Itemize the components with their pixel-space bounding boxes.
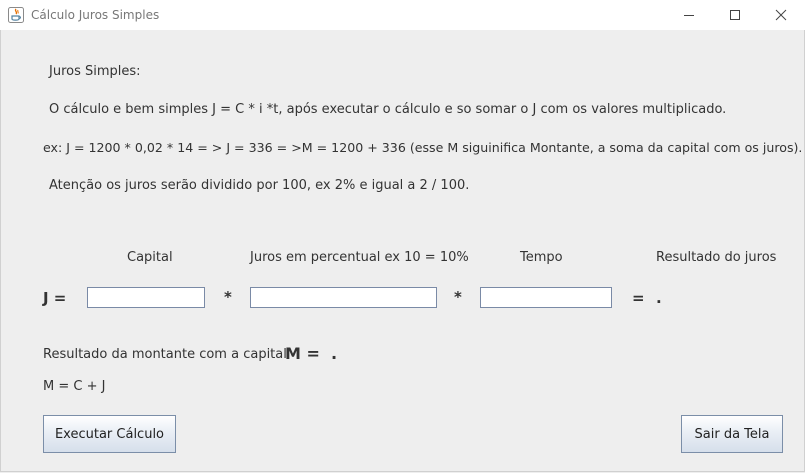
info-line-note: Atenção os juros serão dividido por 100,…	[49, 178, 470, 193]
juros-label: Juros em percentual ex 10 = 10%	[250, 250, 469, 265]
multiply-sign-2: *	[454, 288, 462, 306]
montante-label: Resultado da montante com a capital	[43, 347, 287, 362]
info-heading: Juros Simples:	[49, 64, 141, 79]
maximize-button[interactable]	[712, 0, 758, 30]
juros-input[interactable]	[250, 287, 437, 308]
sair-da-tela-button[interactable]: Sair da Tela	[681, 415, 783, 453]
maximize-icon	[730, 10, 740, 20]
window-title: Cálculo Juros Simples	[31, 8, 160, 22]
info-line-formula: O cálculo e bem simples J = C * i *t, ap…	[49, 102, 727, 117]
juros-result-value: .	[656, 289, 662, 307]
equals-sign: =	[632, 289, 645, 307]
title-bar: Cálculo Juros Simples	[0, 0, 805, 30]
j-equals-label: J =	[43, 289, 67, 307]
resultado-juros-label: Resultado do juros	[656, 250, 777, 265]
minimize-button[interactable]	[666, 0, 712, 30]
close-window-button[interactable]	[758, 0, 804, 30]
capital-label: Capital	[127, 250, 173, 265]
tempo-label: Tempo	[520, 250, 563, 265]
multiply-sign-1: *	[224, 288, 232, 306]
close-icon	[775, 9, 787, 21]
executar-calculo-button[interactable]: Executar Cálculo	[43, 415, 176, 453]
capital-input[interactable]	[87, 287, 205, 308]
m-equals-label: M =	[285, 344, 320, 363]
java-app-icon	[8, 7, 24, 23]
montante-formula: M = C + J	[43, 379, 106, 394]
info-line-example: ex: J = 1200 * 0,02 * 14 = > J = 336 = >…	[43, 140, 803, 155]
tempo-input[interactable]	[480, 287, 612, 308]
montante-result-value: .	[331, 344, 338, 363]
minimize-icon	[684, 15, 694, 16]
